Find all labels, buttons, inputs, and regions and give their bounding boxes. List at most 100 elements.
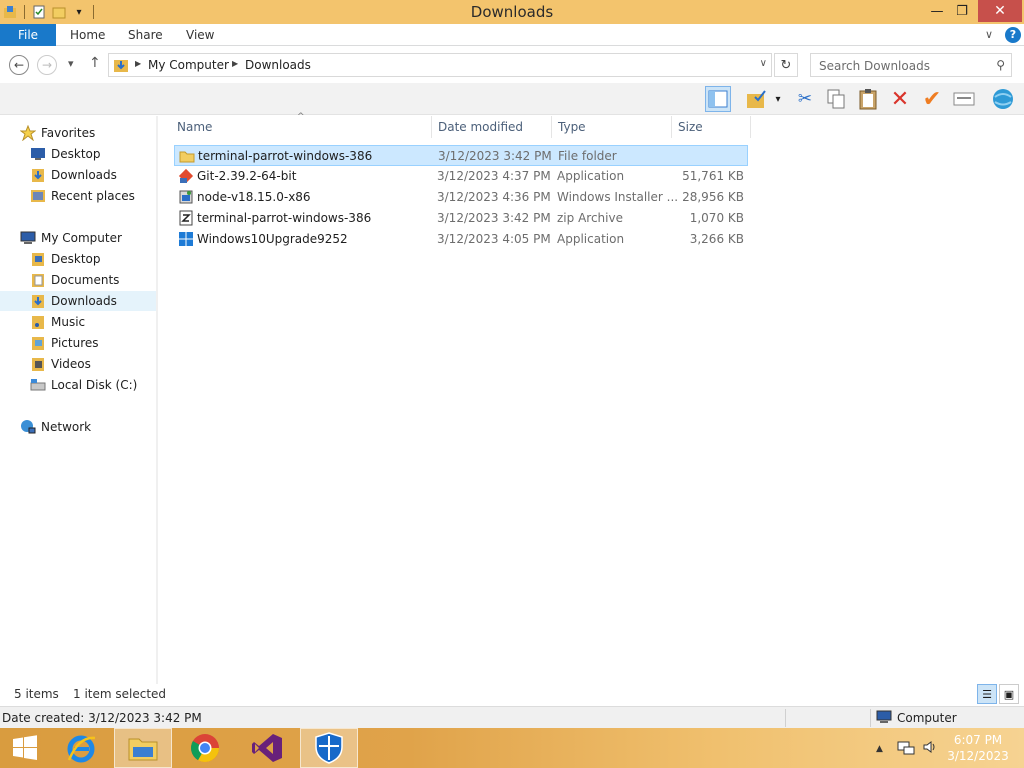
git-icon bbox=[178, 168, 194, 184]
nav-my-computer[interactable]: My Computer bbox=[20, 228, 122, 248]
star-icon bbox=[20, 125, 36, 141]
nav-label: Desktop bbox=[51, 252, 101, 266]
search-box[interactable]: Search Downloads ⚲ bbox=[810, 53, 1012, 77]
column-header-date-modified[interactable]: Date modified bbox=[438, 120, 523, 134]
downloads-folder-icon bbox=[113, 57, 129, 73]
nav-network-label: Network bbox=[41, 420, 92, 434]
window-title: Downloads bbox=[470, 3, 554, 21]
ribbon-tabs: File Home Share View ∨ ? bbox=[0, 24, 1024, 46]
checked-folder-icon[interactable] bbox=[744, 86, 770, 112]
recent-locations-dropdown-icon[interactable]: ▾ bbox=[68, 57, 74, 70]
downloads-folder-icon bbox=[30, 293, 46, 309]
nav-favorites-desktop[interactable]: Desktop bbox=[30, 144, 101, 164]
navigation-bar: ← → ▾ ↑ ▶ My Computer ▶ Downloads ∨ ↻ Se… bbox=[0, 47, 1024, 83]
documents-folder-icon bbox=[30, 272, 46, 288]
date-created-text: Date created: 3/12/2023 3:42 PM bbox=[2, 711, 202, 725]
nav-computer-local-disk[interactable]: Local Disk (C:) bbox=[30, 375, 137, 395]
folder-options-dropdown-icon[interactable]: ▾ bbox=[770, 86, 786, 112]
nav-label: Pictures bbox=[51, 336, 99, 350]
defender-shield-icon[interactable] bbox=[300, 728, 358, 768]
nav-my-computer-label: My Computer bbox=[41, 231, 122, 245]
tab-home[interactable]: Home bbox=[70, 24, 105, 46]
navigation-pane-divider[interactable] bbox=[156, 116, 158, 684]
minimize-button[interactable]: — bbox=[926, 0, 948, 22]
address-bar[interactable]: ▶ My Computer ▶ Downloads ∨ bbox=[108, 53, 772, 77]
nav-computer-pictures[interactable]: Pictures bbox=[30, 333, 99, 353]
column-divider[interactable] bbox=[750, 116, 751, 138]
search-icon[interactable]: ⚲ bbox=[996, 58, 1005, 72]
file-explorer-icon[interactable] bbox=[114, 728, 172, 768]
chrome-icon[interactable] bbox=[176, 728, 234, 768]
nav-computer-music[interactable]: Music bbox=[30, 312, 85, 332]
search-input[interactable]: Search Downloads bbox=[819, 59, 930, 73]
nav-favorites-recent-places[interactable]: Recent places bbox=[30, 186, 135, 206]
details-view-icon[interactable]: ☰ bbox=[977, 684, 997, 704]
file-row[interactable]: node-v18.15.0-x86 3/12/2023 4:36 PM Wind… bbox=[174, 187, 748, 208]
maximize-button[interactable]: ❐ bbox=[951, 0, 973, 22]
file-type: Application bbox=[557, 169, 625, 183]
selection-count: 1 item selected bbox=[73, 687, 167, 701]
nav-computer-desktop[interactable]: Desktop bbox=[30, 249, 101, 269]
nav-favorites[interactable]: Favorites bbox=[20, 123, 95, 143]
nav-favorites-downloads[interactable]: Downloads bbox=[30, 165, 117, 185]
file-row[interactable]: terminal-parrot-windows-386 3/12/2023 3:… bbox=[174, 145, 748, 166]
start-button[interactable] bbox=[0, 728, 50, 768]
layout-pane-icon[interactable] bbox=[705, 86, 731, 112]
nav-label: Downloads bbox=[51, 168, 117, 182]
help-icon[interactable]: ? bbox=[1005, 27, 1021, 43]
column-header-name[interactable]: Name bbox=[177, 120, 212, 134]
file-list: ^ Name Date modified Type Size terminal-… bbox=[160, 112, 1024, 684]
tab-view[interactable]: View bbox=[186, 24, 214, 46]
item-count: 5 items bbox=[14, 687, 59, 701]
breadcrumb-arrow-icon[interactable]: ▶ bbox=[135, 59, 141, 68]
nav-computer-downloads[interactable]: Downloads bbox=[0, 291, 156, 311]
back-button[interactable]: ← bbox=[9, 55, 29, 75]
system-clock[interactable]: 6:07 PM 3/12/2023 bbox=[940, 732, 1016, 764]
column-divider[interactable] bbox=[671, 116, 672, 138]
nav-network[interactable]: Network bbox=[20, 417, 91, 437]
column-header-size[interactable]: Size bbox=[678, 120, 703, 134]
internet-explorer-icon[interactable] bbox=[52, 728, 110, 768]
close-button[interactable]: ✕ bbox=[978, 0, 1022, 22]
large-icons-view-icon[interactable]: ▣ bbox=[999, 684, 1019, 704]
windows-logo-icon bbox=[178, 231, 194, 247]
file-row[interactable]: Git-2.39.2-64-bit 3/12/2023 4:37 PM Appl… bbox=[174, 166, 748, 187]
file-date: 3/12/2023 3:42 PM bbox=[437, 211, 551, 225]
column-divider[interactable] bbox=[431, 116, 432, 138]
file-date: 3/12/2023 4:05 PM bbox=[437, 232, 551, 246]
breadcrumb-downloads[interactable]: Downloads bbox=[245, 58, 311, 72]
up-arrow-icon[interactable]: ↑ bbox=[89, 55, 101, 71]
expand-ribbon-chevron-icon[interactable]: ∨ bbox=[985, 28, 993, 41]
file-type: zip Archive bbox=[557, 211, 623, 225]
globe-icon[interactable] bbox=[990, 86, 1016, 112]
file-type: File folder bbox=[558, 149, 617, 163]
checkmark-icon[interactable]: ✔ bbox=[919, 86, 945, 112]
cut-icon[interactable]: ✂ bbox=[792, 86, 818, 112]
network-tray-icon[interactable] bbox=[897, 740, 915, 759]
nav-favorites-label: Favorites bbox=[41, 126, 96, 140]
column-header-type[interactable]: Type bbox=[558, 120, 586, 134]
refresh-button[interactable]: ↻ bbox=[774, 53, 798, 77]
address-dropdown-icon[interactable]: ∨ bbox=[760, 58, 767, 69]
file-row[interactable]: Windows10Upgrade9252 3/12/2023 4:05 PM A… bbox=[174, 229, 748, 250]
rename-icon[interactable] bbox=[951, 86, 977, 112]
volume-icon[interactable] bbox=[922, 739, 938, 758]
breadcrumb-arrow-icon[interactable]: ▶ bbox=[232, 59, 238, 68]
taskbar: ▲ 6:07 PM 3/12/2023 bbox=[0, 728, 1024, 768]
paste-icon[interactable] bbox=[855, 86, 881, 112]
breadcrumb-my-computer[interactable]: My Computer bbox=[148, 58, 229, 72]
copy-icon[interactable] bbox=[823, 86, 849, 112]
visual-studio-icon[interactable] bbox=[238, 728, 296, 768]
file-row[interactable]: terminal-parrot-windows-386 3/12/2023 3:… bbox=[174, 208, 748, 229]
clock-time: 6:07 PM bbox=[953, 733, 1003, 747]
nav-computer-documents[interactable]: Documents bbox=[30, 270, 119, 290]
forward-button[interactable]: → bbox=[37, 55, 57, 75]
nav-computer-videos[interactable]: Videos bbox=[30, 354, 91, 374]
zip-icon bbox=[178, 210, 194, 226]
file-date: 3/12/2023 4:36 PM bbox=[437, 190, 551, 204]
delete-icon[interactable]: ✕ bbox=[887, 86, 913, 112]
show-hidden-icons-icon[interactable]: ▲ bbox=[876, 744, 883, 754]
tab-share[interactable]: Share bbox=[128, 24, 163, 46]
tab-file[interactable]: File bbox=[0, 24, 56, 46]
column-divider[interactable] bbox=[551, 116, 552, 138]
